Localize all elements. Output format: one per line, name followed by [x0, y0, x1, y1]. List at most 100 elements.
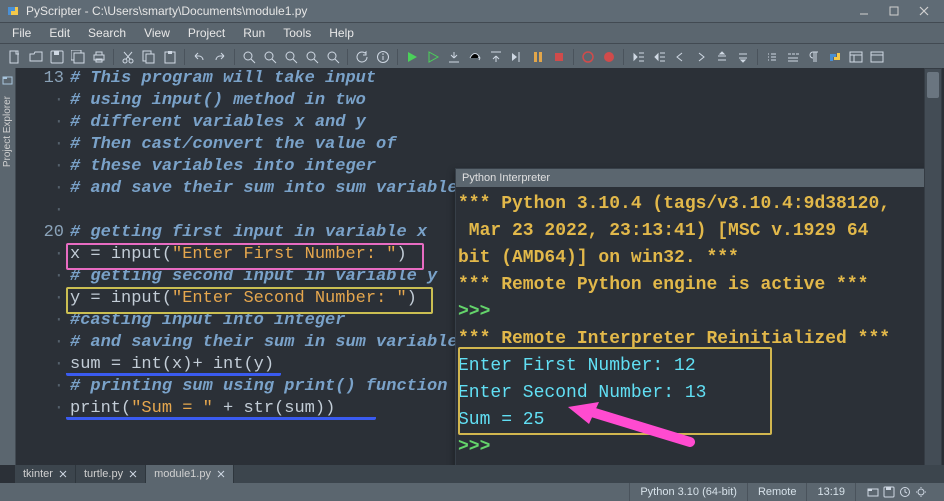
gutter-line: 20	[18, 222, 64, 244]
gutter-line: ·	[18, 112, 64, 134]
menu-help[interactable]: Help	[321, 24, 362, 42]
interpreter-title[interactable]: Python Interpreter	[456, 169, 941, 187]
nav-fwd-icon[interactable]	[692, 48, 710, 66]
gutter-line: ·	[18, 288, 64, 310]
file-tab-label: module1.py	[154, 468, 211, 480]
save-icon[interactable]	[48, 48, 66, 66]
step-over-icon[interactable]	[466, 48, 484, 66]
close-button[interactable]	[910, 2, 938, 20]
sidebar[interactable]: Project Explorer	[0, 68, 16, 465]
menu-view[interactable]: View	[136, 24, 178, 42]
pilcrow-icon[interactable]	[805, 48, 823, 66]
interpreter-line: *** Remote Interpreter Reinitialized ***	[458, 326, 939, 353]
file-tab-turtle-py[interactable]: turtle.py	[76, 465, 146, 483]
menu-search[interactable]: Search	[80, 24, 134, 42]
stop-square-icon[interactable]	[550, 48, 568, 66]
gutter-line: ·	[18, 354, 64, 376]
menu-edit[interactable]: Edit	[41, 24, 78, 42]
status-python[interactable]: Python 3.10 (64-bit)	[629, 483, 747, 501]
toolbar-separator	[347, 49, 348, 65]
refresh-icon[interactable]	[353, 48, 371, 66]
gutter-line: ·	[18, 90, 64, 112]
gutter-line: ·	[18, 134, 64, 156]
find-icon[interactable]	[240, 48, 258, 66]
gutter-line: ·	[18, 310, 64, 332]
code-line[interactable]: # different variables x and y	[70, 112, 903, 134]
editor-scrollbar[interactable]	[924, 68, 942, 467]
highlight-icon[interactable]	[303, 48, 321, 66]
menu-project[interactable]: Project	[180, 24, 233, 42]
gutter-line: ·	[18, 178, 64, 200]
cut-icon[interactable]	[119, 48, 137, 66]
copy-icon[interactable]	[140, 48, 158, 66]
file-tab-module1-py[interactable]: module1.py	[146, 465, 234, 483]
menu-file[interactable]: File	[4, 24, 39, 42]
file-tabs: tkinterturtle.py module1.py	[15, 465, 944, 483]
toolbar-separator	[573, 49, 574, 65]
interpreter-line: >>>	[458, 434, 939, 461]
status-history-icon[interactable]	[898, 485, 912, 499]
line-up-icon[interactable]	[713, 48, 731, 66]
run-icon[interactable]	[403, 48, 421, 66]
run-to-cursor-icon[interactable]	[508, 48, 526, 66]
close-tab-icon[interactable]	[129, 470, 137, 478]
titlebar: PyScripter - C:\Users\smarty\Documents\m…	[0, 0, 944, 23]
indent-icon[interactable]	[650, 48, 668, 66]
line-down-icon[interactable]	[734, 48, 752, 66]
code-line[interactable]: # This program will take input	[70, 68, 903, 90]
pause-icon[interactable]	[529, 48, 547, 66]
gutter-line: ·	[18, 266, 64, 288]
scroll-thumb[interactable]	[927, 72, 939, 98]
code-line[interactable]: # using input() method in two	[70, 90, 903, 112]
gutter-line: ·	[18, 244, 64, 266]
toggle-list-icon[interactable]	[763, 48, 781, 66]
find-next-icon[interactable]	[261, 48, 279, 66]
project-explorer-tab[interactable]: Project Explorer	[2, 94, 13, 169]
dedent-icon[interactable]	[629, 48, 647, 66]
gutter-line: 13	[18, 68, 64, 90]
close-tab-icon[interactable]	[59, 470, 67, 478]
status-position: 13:19	[806, 483, 855, 501]
minimize-button[interactable]	[850, 2, 878, 20]
line-gutter: 13······20········	[18, 68, 70, 465]
redo-icon[interactable]	[211, 48, 229, 66]
toggle-whitespace-icon[interactable]	[784, 48, 802, 66]
app-icon	[6, 4, 20, 18]
open-icon[interactable]	[27, 48, 45, 66]
menu-run[interactable]: Run	[235, 24, 273, 42]
interpreter-line: >>>	[458, 299, 939, 326]
interpreter-output[interactable]: *** Python 3.10.4 (tags/v3.10.4:9d38120,…	[456, 187, 941, 465]
code-line[interactable]: # Then cast/convert the value of	[70, 134, 903, 156]
paste-icon[interactable]	[161, 48, 179, 66]
status-save-icon[interactable]	[882, 485, 896, 499]
new-file-icon[interactable]	[6, 48, 24, 66]
save-all-icon[interactable]	[69, 48, 87, 66]
debug-icon[interactable]	[424, 48, 442, 66]
status-folder-icon[interactable]	[866, 485, 880, 499]
nav-back-icon[interactable]	[671, 48, 689, 66]
find-in-files-icon[interactable]	[324, 48, 342, 66]
step-out-icon[interactable]	[487, 48, 505, 66]
toolbar-separator	[757, 49, 758, 65]
python-icon[interactable]	[826, 48, 844, 66]
step-into-icon[interactable]	[445, 48, 463, 66]
undo-icon[interactable]	[190, 48, 208, 66]
info-icon[interactable]	[374, 48, 392, 66]
stop-icon[interactable]	[600, 48, 618, 66]
interpreter-line: Sum = 25	[458, 407, 939, 434]
interpreter-line: Mar 23 2022, 23:13:41) [MSC v.1929 64	[458, 218, 939, 245]
window-icon[interactable]	[868, 48, 886, 66]
toolbar-separator	[113, 49, 114, 65]
maximize-button[interactable]	[880, 2, 908, 20]
menubar: FileEditSearchViewProjectRunToolsHelp	[0, 23, 944, 44]
replace-icon[interactable]	[282, 48, 300, 66]
app-layout-icon[interactable]	[847, 48, 865, 66]
file-tab-tkinter[interactable]: tkinter	[15, 465, 76, 483]
close-tab-icon[interactable]	[217, 470, 225, 478]
python-interpreter-pane[interactable]: Python Interpreter *** Python 3.10.4 (ta…	[455, 168, 942, 490]
status-engine: Remote	[747, 483, 807, 501]
print-icon[interactable]	[90, 48, 108, 66]
menu-tools[interactable]: Tools	[275, 24, 319, 42]
record-icon[interactable]	[579, 48, 597, 66]
status-debug-icon[interactable]	[914, 485, 928, 499]
